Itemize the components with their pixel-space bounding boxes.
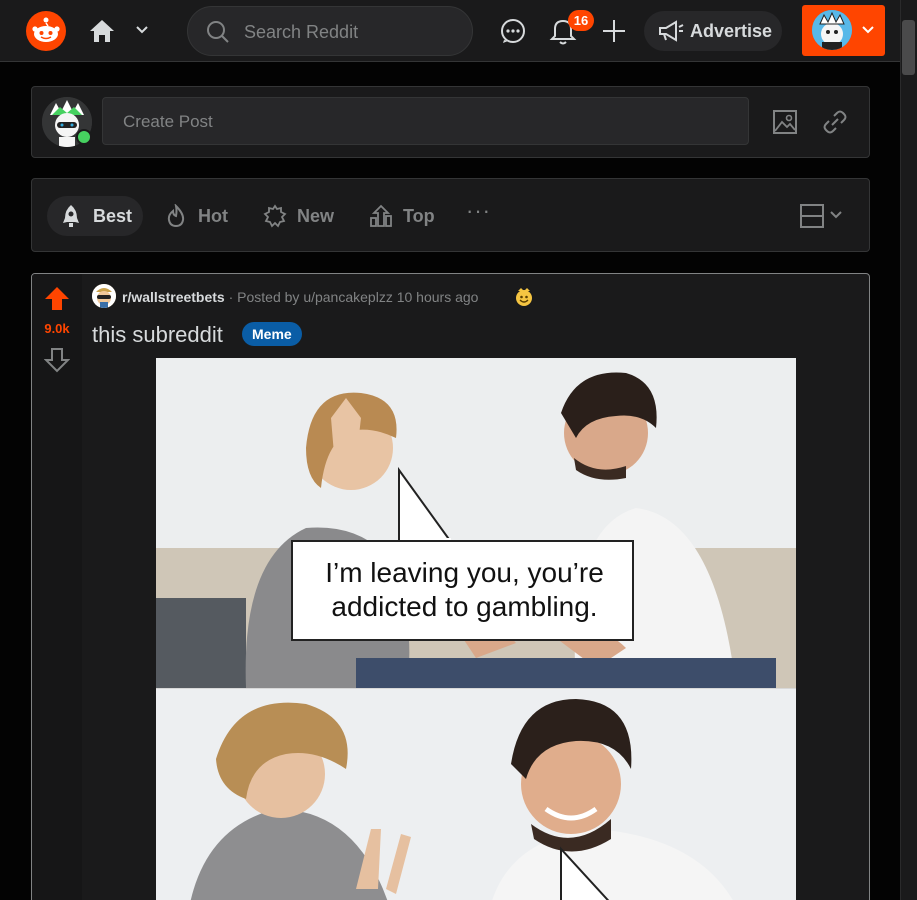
sort-best-button[interactable]: Best [47, 196, 143, 236]
post-image[interactable]: I’m leaving you, you’re addicted to gambl… [156, 358, 796, 900]
top-chart-icon [369, 204, 393, 233]
upvote-arrow-icon[interactable] [44, 286, 70, 317]
search-icon [206, 20, 230, 49]
create-post-input[interactable]: Create Post [102, 97, 749, 145]
chevron-down-icon[interactable] [134, 22, 150, 43]
speech-bubble: I’m leaving you, you’re addicted to gambl… [291, 540, 634, 641]
notification-badge: 16 [568, 10, 594, 31]
search-bar[interactable]: Search Reddit [187, 6, 473, 56]
create-post-placeholder: Create Post [123, 112, 213, 131]
sort-best-label: Best [93, 206, 133, 226]
speech-bubble-text: I’m leaving you, you’re addicted to gambl… [325, 557, 604, 622]
sort-hot-button[interactable]: Hot [152, 196, 242, 236]
avatar [812, 10, 852, 50]
downvote-arrow-icon[interactable] [43, 347, 71, 378]
scrollbar-thumb[interactable] [902, 20, 915, 75]
chevron-down-icon [860, 22, 876, 43]
posted-by-text: · Posted by u/pancakeplzz 10 hours ago [228, 289, 479, 305]
vote-column: 9.0k [32, 274, 82, 900]
reddit-logo[interactable] [26, 11, 66, 51]
award-icon[interactable] [514, 287, 534, 312]
sort-top-button[interactable]: Top [357, 196, 449, 236]
sparkle-badge-icon [263, 204, 287, 233]
create-post-card: Create Post [31, 86, 870, 158]
post-card[interactable]: 9.0k r/wallstreetbets · Posted by u/panc… [31, 273, 870, 900]
home-icon[interactable] [88, 18, 116, 49]
subreddit-link[interactable]: r/wallstreetbets [122, 289, 225, 305]
rocket-icon [59, 204, 83, 233]
plus-icon[interactable] [600, 17, 628, 50]
layout-view-toggle[interactable] [799, 203, 849, 234]
vote-score: 9.0k [44, 321, 70, 336]
scrollbar-track[interactable] [900, 0, 917, 900]
advertise-label: Advertise [690, 21, 773, 41]
post-flair-badge[interactable]: Meme [242, 322, 302, 346]
advertise-button[interactable]: Advertise [644, 11, 782, 51]
subreddit-icon[interactable] [92, 284, 116, 308]
megaphone-icon [658, 20, 684, 47]
meme-panel-top: I’m leaving you, you’re addicted to gambl… [156, 358, 796, 688]
sort-top-label: Top [403, 206, 435, 226]
meme-panel-bottom [156, 689, 796, 900]
post-meta: r/wallstreetbets · Posted by u/pancakepl… [122, 289, 478, 305]
online-status-dot [76, 129, 92, 145]
image-upload-icon[interactable] [772, 109, 798, 140]
sort-bar: Best Hot New Top ··· [31, 178, 870, 252]
search-input[interactable]: Search Reddit [244, 22, 358, 43]
user-menu-button[interactable] [802, 5, 885, 56]
sort-hot-label: Hot [198, 206, 228, 226]
top-navbar: Search Reddit 16 Advertise [0, 0, 917, 62]
more-options-icon[interactable]: ··· [466, 200, 491, 222]
post-title[interactable]: this subreddit [92, 322, 223, 348]
flame-icon [164, 202, 188, 233]
sort-new-label: New [297, 206, 335, 226]
link-icon[interactable] [822, 109, 848, 140]
sort-new-button[interactable]: New [251, 196, 349, 236]
chat-icon[interactable] [499, 17, 527, 50]
